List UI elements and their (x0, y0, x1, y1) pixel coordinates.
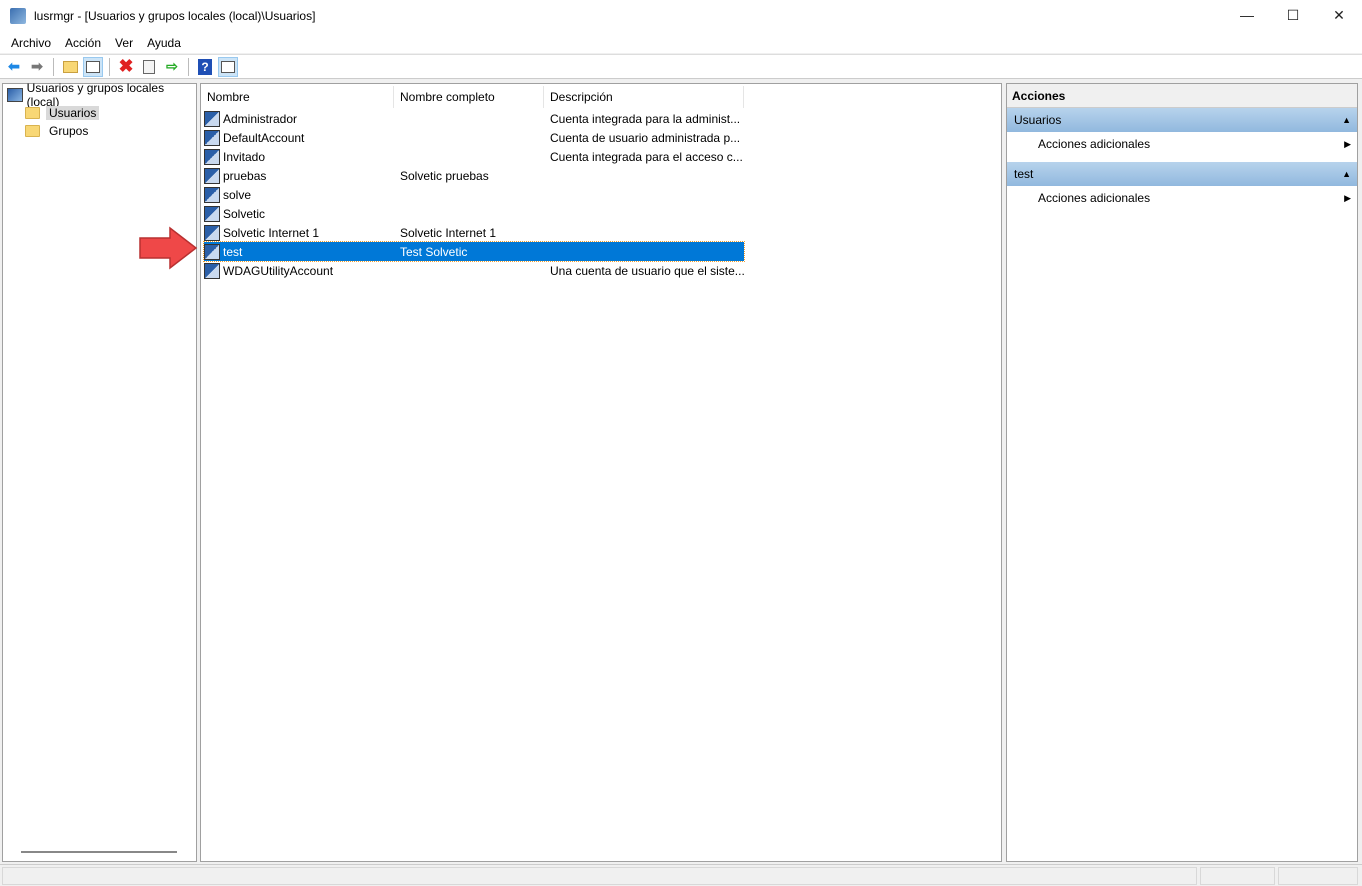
user-name: test (223, 244, 243, 259)
table-row[interactable]: pruebas Solvetic pruebas (204, 166, 744, 185)
user-name: Administrador (223, 111, 298, 126)
status-bar (0, 864, 1362, 886)
table-row[interactable]: test Test Solvetic (203, 241, 745, 262)
user-name: WDAGUtilityAccount (223, 263, 334, 278)
user-icon (204, 205, 220, 222)
table-row[interactable]: solve (204, 185, 744, 204)
help-icon[interactable]: ? (195, 57, 215, 77)
tree-item-label: Grupos (49, 123, 89, 138)
list-header: Nombre Nombre completo Descripción (201, 86, 744, 108)
computer-users-icon (7, 87, 23, 102)
back-icon[interactable]: ⬅ (4, 57, 24, 77)
app-icon (10, 8, 26, 24)
group-label: Usuarios (1014, 113, 1062, 127)
maximize-button[interactable]: ☐ (1270, 0, 1316, 30)
user-icon (204, 224, 220, 241)
user-icon (204, 186, 220, 203)
user-icon (204, 167, 220, 184)
table-row[interactable]: Invitado Cuenta integrada para el acceso … (204, 147, 744, 166)
action-label: Acciones adicionales (1038, 191, 1151, 205)
horizontal-scrollbar[interactable] (21, 851, 177, 853)
menu-ayuda[interactable]: Ayuda (140, 36, 188, 50)
tree-item-grupos[interactable]: Grupos (25, 122, 88, 139)
menu-bar: Archivo Acción Ver Ayuda (0, 32, 1362, 53)
submenu-arrow-icon: ▶ (1344, 193, 1351, 203)
user-name: solve (223, 187, 252, 202)
user-full-name: Solvetic pruebas (400, 168, 489, 183)
user-icon (204, 148, 220, 165)
user-name: DefaultAccount (223, 130, 305, 145)
action-label: Acciones adicionales (1038, 137, 1151, 151)
user-icon (204, 243, 220, 260)
action-group-test[interactable]: test ▲ (1007, 162, 1357, 186)
toolbar-divider (188, 57, 189, 76)
export-icon[interactable]: ⇨ (162, 57, 182, 77)
toolbar-divider (109, 57, 110, 76)
column-nombre-completo[interactable]: Nombre completo (394, 86, 544, 108)
user-icon (204, 129, 220, 146)
action-acciones-adicionales[interactable]: Acciones adicionales ▶ (1007, 132, 1357, 156)
column-nombre[interactable]: Nombre (201, 86, 394, 108)
user-description: Cuenta integrada para la administ... (550, 111, 741, 126)
user-description: Una cuenta de usuario que el siste... (550, 263, 744, 278)
table-row[interactable]: Solvetic (204, 204, 744, 223)
minimize-button[interactable]: — (1224, 0, 1270, 30)
properties-icon[interactable] (139, 57, 159, 77)
collapse-icon[interactable]: ▲ (1342, 108, 1351, 132)
user-description: Cuenta integrada para el acceso c... (550, 149, 743, 164)
menu-accion[interactable]: Acción (58, 36, 108, 50)
close-button[interactable]: ✕ (1316, 0, 1362, 30)
user-name: Solvetic (223, 206, 266, 221)
action-group-usuarios[interactable]: Usuarios ▲ (1007, 108, 1357, 132)
forward-icon[interactable]: ➡ (27, 57, 47, 77)
toolbar: ⬅ ➡ ✖ ⇨ ? (0, 54, 1362, 79)
window-title: lusrmgr - [Usuarios y grupos locales (lo… (34, 9, 316, 23)
submenu-arrow-icon: ▶ (1344, 139, 1351, 149)
toolbar-divider (53, 57, 54, 76)
tree-item-label: Usuarios (46, 105, 100, 120)
user-name: Solvetic Internet 1 (223, 225, 320, 240)
actions-pane: Acciones Usuarios ▲ Acciones adicionales ▶… (1006, 83, 1358, 862)
table-row[interactable]: WDAGUtilityAccount Una cuenta de usuario … (204, 261, 744, 280)
up-folder-icon[interactable] (60, 57, 80, 77)
column-descripcion[interactable]: Descripción (544, 86, 744, 108)
actions-title: Acciones (1007, 84, 1357, 108)
menu-archivo[interactable]: Archivo (4, 36, 58, 50)
user-icon (204, 110, 220, 127)
table-row[interactable]: Administrador Cuenta integrada para la ad… (204, 109, 744, 128)
user-list-pane: Nombre Nombre completo Descripción Admin… (200, 83, 1002, 862)
red-arrow-annotation (139, 226, 198, 270)
tree-root[interactable]: Usuarios y grupos locales (local) (7, 81, 196, 109)
status-section (1278, 867, 1358, 885)
delete-icon[interactable]: ✖ (116, 56, 136, 77)
user-name: Invitado (223, 149, 266, 164)
user-description: Cuenta de usuario administrada p... (550, 130, 741, 145)
tree-pane: Usuarios y grupos locales (local) Usuari… (2, 81, 197, 862)
group-label: test (1014, 167, 1034, 181)
user-icon (204, 262, 220, 279)
action-acciones-adicionales[interactable]: Acciones adicionales ▶ (1007, 186, 1357, 210)
user-name: pruebas (223, 168, 267, 183)
status-section (1200, 867, 1275, 885)
user-full-name: Test Solvetic (400, 244, 468, 259)
title-bar: lusrmgr - [Usuarios y grupos locales (lo… (0, 0, 1362, 32)
show-hide-action-pane-icon[interactable] (218, 56, 238, 77)
menu-ver[interactable]: Ver (108, 36, 140, 50)
collapse-icon[interactable]: ▲ (1342, 162, 1351, 186)
folder-icon (25, 106, 40, 119)
table-row[interactable]: Solvetic Internet 1 Solvetic Internet 1 (204, 223, 744, 242)
user-full-name: Solvetic Internet 1 (400, 225, 497, 240)
status-section (2, 867, 1197, 885)
show-hide-tree-icon[interactable] (83, 56, 103, 77)
table-row[interactable]: DefaultAccount Cuenta de usuario administ… (204, 128, 744, 147)
folder-icon (25, 124, 40, 137)
tree-item-usuarios[interactable]: Usuarios (25, 104, 100, 121)
